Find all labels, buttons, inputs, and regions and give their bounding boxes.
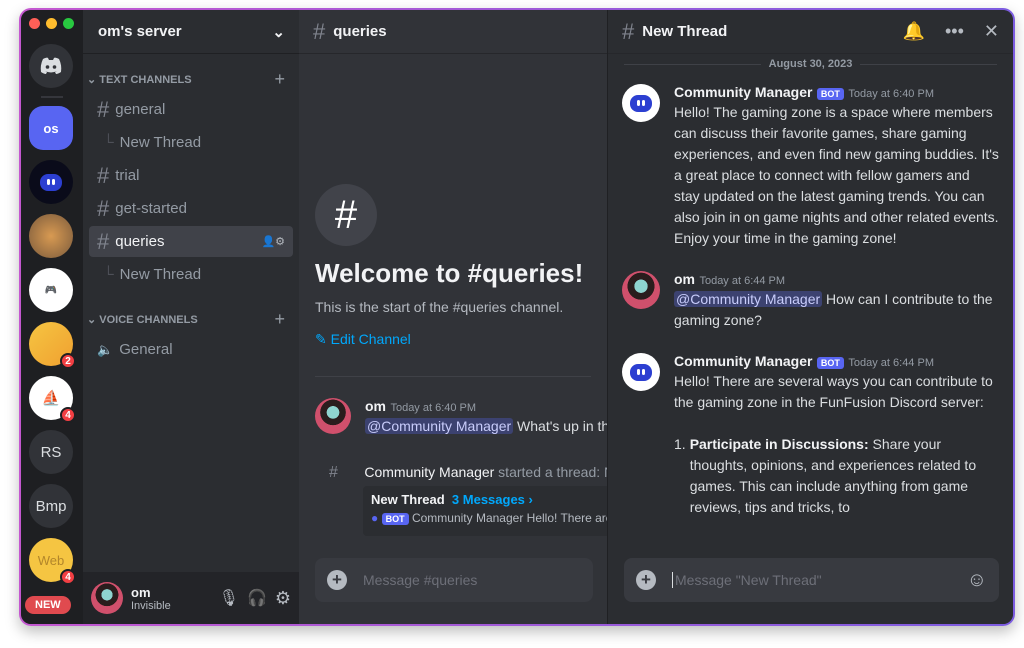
unread-badge: 4: [60, 407, 76, 423]
pencil-icon: ✎: [315, 331, 327, 347]
bot-avatar-icon: ●: [371, 511, 379, 525]
avatar[interactable]: [622, 271, 660, 309]
hash-icon: #: [313, 18, 326, 44]
avatar[interactable]: [91, 582, 123, 614]
message-input[interactable]: + Message #queries: [315, 558, 593, 602]
server-os[interactable]: os: [29, 106, 73, 150]
add-channel-icon[interactable]: +: [274, 69, 285, 90]
bot-avatar[interactable]: [622, 353, 660, 391]
app-window: os 🎮 2 ⛵ 4 RS Bmp Web 4 NEW om's server ⌄ ⌄…: [19, 8, 1015, 626]
date-divider: August 30, 2023: [624, 58, 998, 70]
invite-icon[interactable]: 👤⚙: [261, 235, 285, 248]
thread-card[interactable]: New Thread 3 Messages › ● BOT Community …: [363, 486, 623, 536]
server-rail: os 🎮 2 ⛵ 4 RS Bmp Web 4 NEW: [21, 10, 83, 624]
minimize-window-button[interactable]: [46, 18, 57, 29]
server-bot[interactable]: [29, 160, 73, 204]
close-window-button[interactable]: [29, 18, 40, 29]
channel-get-started[interactable]: # get-started: [89, 193, 293, 224]
channel-general[interactable]: # general: [89, 94, 293, 125]
new-unreads-pill[interactable]: NEW: [25, 596, 71, 614]
bot-avatar[interactable]: [622, 84, 660, 122]
headphones-icon[interactable]: 🎧: [247, 588, 267, 608]
thread-message: Community Manager BOT Today at 6:40 PM H…: [608, 84, 1013, 249]
server-boat[interactable]: ⛵ 4: [29, 376, 76, 423]
thread-message-input[interactable]: + Message "New Thread" ☺: [624, 558, 999, 602]
server-name: om's server: [98, 23, 182, 40]
username: om: [131, 584, 151, 600]
category-voice[interactable]: ⌄ VOICE CHANNELS +: [83, 306, 299, 332]
channel-name: queries: [333, 23, 387, 40]
hash-icon: #: [315, 184, 377, 246]
user-panel: om Invisible 🎙 🎧 ⚙: [83, 572, 299, 624]
mention[interactable]: @Community Manager: [674, 291, 823, 307]
category-label: VOICE CHANNELS: [99, 313, 198, 326]
add-attachment-icon[interactable]: +: [327, 570, 347, 590]
discord-logo-icon: [40, 57, 62, 74]
user-status: Invisible: [131, 599, 171, 612]
message: om Today at 6:40 PM @Community Manager W…: [315, 398, 607, 437]
thread-channel-icon: #: [97, 96, 110, 122]
add-attachment-icon[interactable]: +: [636, 570, 656, 590]
thread-channel-icon: #: [97, 195, 110, 221]
channel-header: # queries: [299, 10, 607, 54]
gear-icon[interactable]: ⚙: [275, 588, 291, 609]
thread-title: New Thread: [642, 23, 728, 40]
channel-sidebar: om's server ⌄ ⌄ TEXT CHANNELS + # general └…: [83, 10, 299, 624]
emoji-icon[interactable]: ☺: [967, 569, 987, 592]
thread-branch-icon: └: [103, 134, 114, 151]
thread-message: Community Manager BOT Today at 6:44 PM H…: [608, 353, 1013, 533]
server-bmp[interactable]: Bmp: [29, 484, 73, 528]
server-dog[interactable]: [29, 214, 73, 258]
maximize-window-button[interactable]: [63, 18, 74, 29]
bell-icon[interactable]: 🔔: [903, 21, 925, 42]
speaker-icon: 🔈: [97, 341, 114, 357]
server-flutter[interactable]: 2: [29, 322, 76, 369]
thread-branch-icon: └: [103, 266, 114, 283]
welcome-title: Welcome to #queries!: [315, 258, 584, 288]
thread-new-thread[interactable]: └ New Thread: [89, 259, 293, 290]
chevron-down-icon: ⌄: [272, 23, 285, 41]
server-web[interactable]: Web 4: [29, 538, 76, 585]
window-controls: [29, 18, 74, 29]
thread-messages-link[interactable]: 3 Messages ›: [452, 492, 533, 507]
mention[interactable]: @Community Manager: [365, 418, 514, 434]
channel-trial[interactable]: # trial: [89, 160, 293, 191]
thread-new-thread[interactable]: └ New Thread: [89, 127, 293, 158]
thread-channel-icon: #: [97, 228, 110, 254]
channel-queries[interactable]: # queries 👤⚙: [89, 226, 293, 257]
unread-badge: 2: [60, 353, 76, 369]
close-icon[interactable]: ✕: [984, 21, 999, 42]
category-label: TEXT CHANNELS: [99, 73, 192, 86]
server-rs[interactable]: RS: [29, 430, 73, 474]
hash-icon: #: [97, 162, 110, 188]
thread-start-notice: # Community Manager started a thread: N: [329, 464, 607, 481]
thread-panel: # New Thread 🔔 ••• ✕ August 30, 2023 Commun…: [607, 10, 1013, 624]
thread-icon: #: [622, 18, 635, 44]
voice-channel-general[interactable]: 🔈 General: [89, 334, 293, 365]
avatar[interactable]: [315, 398, 351, 434]
category-text[interactable]: ⌄ TEXT CHANNELS +: [83, 66, 299, 92]
unread-badge: 4: [60, 569, 76, 585]
discord-home-button[interactable]: [29, 44, 73, 88]
edit-channel-link[interactable]: ✎ Edit Channel: [315, 331, 591, 348]
add-channel-icon[interactable]: +: [274, 309, 285, 330]
server-gaming[interactable]: 🎮: [29, 268, 73, 312]
microphone-icon[interactable]: 🎙: [219, 588, 239, 608]
thread-header: # New Thread 🔔 ••• ✕: [608, 10, 1013, 54]
thread-icon: #: [329, 464, 338, 481]
server-label: Web: [37, 552, 65, 568]
main-chat: # queries # Welcome to #queries! This is …: [299, 10, 623, 624]
thread-message: om Today at 6:44 PM @Community Manager H…: [608, 271, 1013, 331]
more-icon[interactable]: •••: [945, 21, 964, 42]
welcome-subtitle: This is the start of the #queries channe…: [315, 299, 564, 315]
server-header[interactable]: om's server ⌄: [83, 10, 299, 54]
